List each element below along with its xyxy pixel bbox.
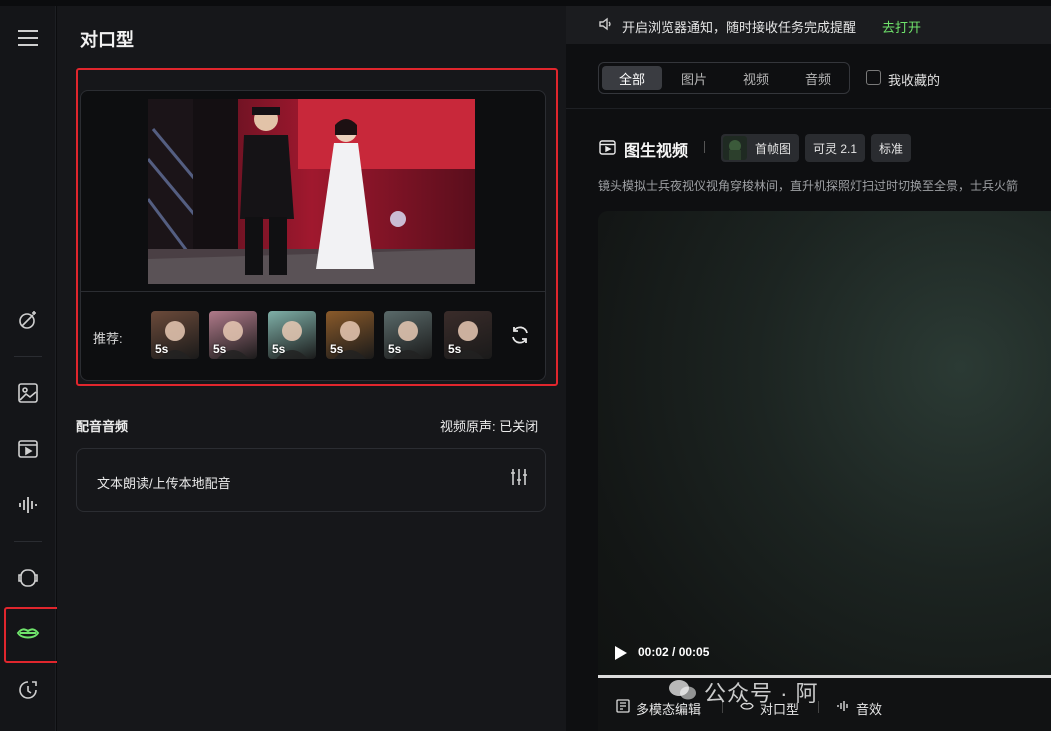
original-audio-status[interactable]: 视频原声: 已关闭 xyxy=(440,416,538,435)
sound-effect-button[interactable]: 音效 xyxy=(856,699,882,718)
image-icon[interactable] xyxy=(14,379,42,407)
notice-text: 开启浏览器通知，随时接收任务完成提醒 xyxy=(622,20,857,35)
watermark-text: 公众号 · 阿 xyxy=(704,681,819,706)
audio-upload-box[interactable]: 文本朗读/上传本地配音 xyxy=(76,448,546,512)
rail-divider xyxy=(14,356,42,357)
divider xyxy=(566,108,1051,109)
model-chip: 可灵 2.1 xyxy=(805,134,866,162)
enable-notifications-link[interactable]: 去打开 xyxy=(882,17,921,36)
video-prompt-description: 镜头模拟士兵夜视仪视角穿梭林间，直升机探照灯扫过时切换至全景，士兵火箭 xyxy=(598,179,1019,193)
audio-wave-icon[interactable] xyxy=(14,491,42,519)
sound-effect-icon xyxy=(836,699,850,713)
tab-audio[interactable]: 音频 xyxy=(788,66,848,90)
play-icon[interactable] xyxy=(614,645,628,661)
video-type-icon xyxy=(599,139,616,156)
preview-highlight-box xyxy=(76,68,558,386)
filter-tabs: 全部 图片 视频 音频 xyxy=(598,62,850,94)
video-title: 图生视频 xyxy=(624,143,689,160)
speaker-icon xyxy=(598,16,614,32)
first-frame-thumbnail xyxy=(723,136,747,160)
tab-images[interactable]: 图片 xyxy=(664,66,724,90)
wechat-icon xyxy=(668,678,698,702)
face-icon[interactable] xyxy=(14,564,42,592)
tab-videos[interactable]: 视频 xyxy=(726,66,786,90)
audio-section-title: 配音音频 xyxy=(76,419,129,434)
magic-wand-icon[interactable] xyxy=(14,306,42,334)
tab-all[interactable]: 全部 xyxy=(602,66,662,90)
multimodal-edit-icon xyxy=(616,699,630,713)
first-frame-chip[interactable]: 首帧图 xyxy=(721,134,800,162)
history-icon[interactable] xyxy=(14,676,42,704)
rail-divider xyxy=(14,541,42,542)
panel-title: 对口型 xyxy=(80,30,134,50)
quality-chip: 标准 xyxy=(871,134,912,162)
first-frame-label: 首帧图 xyxy=(755,141,792,156)
favorites-checkbox[interactable] xyxy=(866,70,881,85)
playback-time: 00:02 / 00:05 xyxy=(638,645,710,659)
mixer-settings-icon[interactable] xyxy=(509,467,529,487)
audio-upload-label: 文本朗读/上传本地配音 xyxy=(97,476,231,491)
title-separator xyxy=(704,141,705,153)
menu-icon[interactable] xyxy=(14,24,42,52)
favorites-label[interactable]: 我收藏的 xyxy=(888,70,940,89)
video-icon[interactable] xyxy=(14,435,42,463)
